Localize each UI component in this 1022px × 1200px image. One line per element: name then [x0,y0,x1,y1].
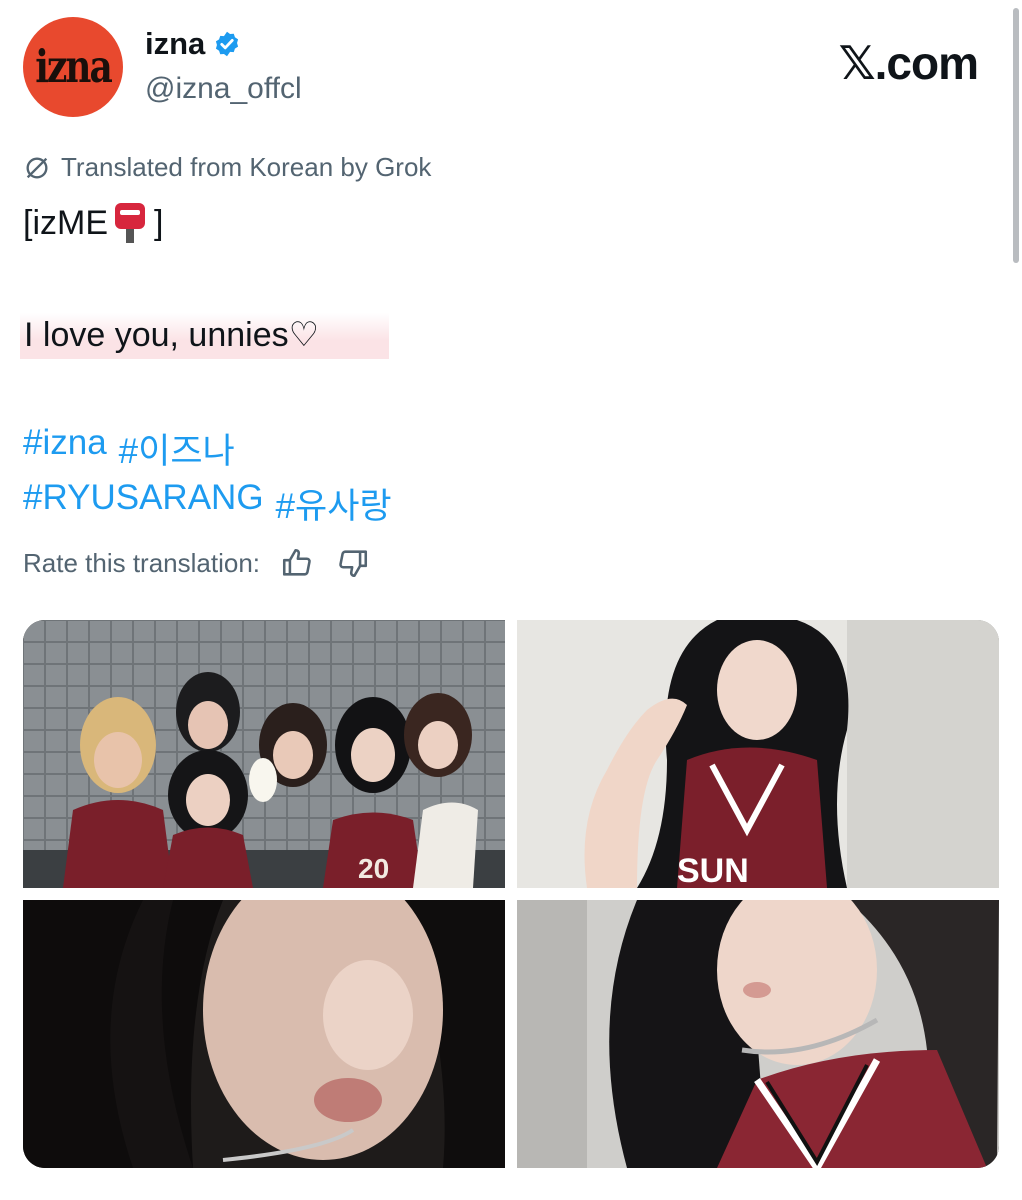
rate-translation-label: Rate this translation: [23,547,261,578]
group-selfie-photo[interactable]: 20 [23,620,505,888]
closeup-pout-photo[interactable] [23,900,505,1168]
rate-translation: Rate this translation: [23,546,370,580]
translation-notice: Translated from Korean by Grok [23,152,431,183]
page-scrollbar[interactable] [1013,8,1019,263]
svg-text:20: 20 [358,853,389,884]
thumbs-up-icon[interactable] [280,546,314,580]
translation-notice-text: Translated from Korean by Grok [61,152,432,182]
translate-icon [26,157,48,178]
display-name[interactable]: izna [145,26,205,62]
post-line-izme: [izME ] [23,203,163,243]
hashtag-izna[interactable]: #izna [23,423,107,474]
name-row: izna [145,26,241,62]
hashtags-row-2: #RYUSARANG #유사랑 [23,478,392,529]
thumbs-down-icon[interactable] [336,546,370,580]
x-logo-domain: .com [874,37,979,89]
account-handle[interactable]: @izna_offcl [145,72,302,106]
heart-pose-photo[interactable]: SUN [517,620,999,888]
hashtag-ryusarang-korean[interactable]: #유사랑 [276,478,392,529]
mailbox-icon [114,203,146,243]
avatar-logo-text: izna [35,40,113,94]
izme-prefix: [izME [23,203,108,242]
profile-avatar[interactable]: izna [23,17,123,117]
hashtag-ryusarang[interactable]: #RYUSARANG [23,478,264,529]
x-logo-icon: 𝕏 [838,36,876,90]
svg-text:SUN: SUN [677,852,749,888]
verified-badge-icon [216,31,239,57]
izme-suffix: ] [154,203,164,242]
hashtag-izna-korean[interactable]: #이즈나 [119,423,235,474]
post-line-love: I love you, unnies♡ [20,313,390,359]
closeup-jersey-photo[interactable] [517,900,999,1168]
media-grid: 20 SUN [23,620,999,1168]
hashtags-row-1: #izna #이즈나 [23,423,235,474]
x-com-logo: 𝕏.com [838,36,979,90]
